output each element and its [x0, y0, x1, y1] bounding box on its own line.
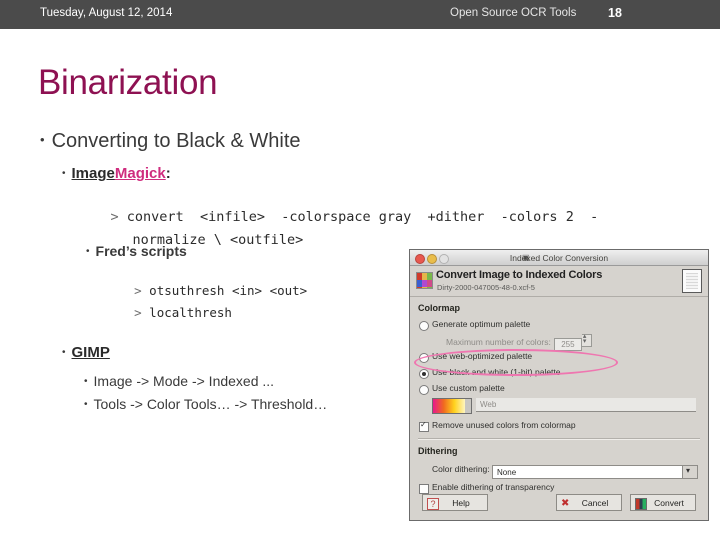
bullet-dot-icon: • — [84, 376, 88, 387]
radio-icon[interactable] — [419, 320, 429, 331]
radio-generate-optimum-palette[interactable]: Generate optimum palette — [418, 318, 700, 331]
color-dithering-value: None — [497, 468, 517, 477]
checkbox-enable-dithering-transparency[interactable]: Enable dithering of transparency — [418, 481, 700, 494]
dialog-window-title: Indexed Color Conversion — [509, 252, 609, 263]
gimp-dialog-screenshot: ▣ Indexed Color Conversion Convert Image… — [404, 243, 715, 531]
custom-palette-row[interactable]: Web — [432, 398, 700, 414]
checkbox-icon-checked[interactable] — [419, 420, 429, 432]
max-colors-spinner-icon[interactable] — [581, 330, 592, 348]
dialog-header: Convert Image to Indexed Colors Dirty-20… — [410, 266, 708, 297]
checkbox-icon[interactable] — [419, 483, 429, 494]
image-preview-thumbnail — [682, 269, 702, 293]
dialog-heading: Convert Image to Indexed Colors — [436, 269, 603, 281]
section-divider — [418, 438, 700, 440]
bullet-dot-icon: • — [62, 347, 66, 358]
bullet-converting-to-black-and-white: • Converting to Black & White — [40, 130, 301, 153]
bullet-dot-icon: • — [40, 132, 45, 147]
slide-header-bar: Tuesday, August 12, 2014 Open Source OCR… — [0, 0, 720, 29]
indexed-color-conversion-dialog: ▣ Indexed Color Conversion Convert Image… — [409, 249, 709, 521]
bullet-level1-label: Converting to Black & White — [51, 130, 301, 152]
bullet-dot-icon: • — [62, 168, 66, 179]
radio-generate-optimum-palette-label: Generate optimum palette — [432, 319, 531, 329]
colormap-group-label: Colormap — [418, 303, 461, 313]
radio-use-web-optimized-palette-label: Use web-optimized palette — [432, 351, 533, 361]
help-button[interactable]: Help — [422, 494, 488, 513]
dialog-titlebar: ▣ Indexed Color Conversion — [410, 250, 708, 266]
radio-icon-selected[interactable] — [419, 368, 429, 379]
color-dithering-select[interactable]: None — [492, 464, 699, 479]
imagemagick-colon: : — [165, 165, 171, 182]
convert-palette-icon — [635, 498, 647, 510]
convert-button[interactable]: Convert — [630, 494, 696, 511]
freds-scripts-label: Fred’s scripts — [95, 243, 187, 259]
gimp-step-2: • Tools -> Color Tools… -> Threshold… — [84, 396, 327, 412]
cancel-button-label: Cancel — [581, 498, 609, 508]
cancel-button[interactable]: Cancel — [556, 494, 622, 512]
custom-palette-name[interactable]: Web — [476, 398, 696, 412]
gimp-step-1: • Image -> Mode -> Indexed ... — [84, 373, 274, 389]
gimp-label: GIMP — [71, 344, 110, 361]
slide: Tuesday, August 12, 2014 Open Source OCR… — [0, 0, 720, 540]
bullet-imagemagick: • ImageMagick: — [62, 165, 171, 182]
imagemagick-label-image: Image — [71, 165, 115, 182]
radio-use-web-optimized-palette[interactable]: Use web-optimized palette — [418, 350, 700, 363]
color-dithering-row[interactable]: Color dithering: None — [418, 461, 700, 479]
palette-icon — [416, 272, 433, 289]
color-dithering-label: Color dithering: — [432, 464, 490, 474]
gimp-step-1-label: Image -> Mode -> Indexed ... — [93, 373, 275, 389]
gimp-step-2-label: Tools -> Color Tools… -> Threshold… — [93, 396, 328, 412]
help-icon — [427, 496, 439, 513]
checkbox-remove-unused-colors-label: Remove unused colors from colormap — [432, 420, 576, 430]
freds-command-line-2: > localthresh — [104, 290, 232, 335]
freds-command-text-2: localthresh — [149, 305, 232, 320]
radio-use-custom-palette-label: Use custom palette — [432, 383, 505, 393]
convert-button-label: Convert — [654, 498, 684, 508]
dithering-group-label: Dithering — [418, 446, 458, 456]
checkbox-remove-unused-colors[interactable]: Remove unused colors from colormap — [418, 419, 700, 432]
dialog-body: Colormap Generate optimum palette Maximu… — [410, 297, 708, 494]
radio-icon[interactable] — [419, 384, 429, 395]
radio-use-black-and-white-palette[interactable]: Use black and white (1-bit) palette — [418, 366, 700, 379]
chevron-down-icon[interactable] — [682, 464, 698, 478]
max-colors-label: Maximum number of colors: — [446, 337, 551, 347]
max-colors-field[interactable]: Maximum number of colors: 255 — [418, 330, 700, 351]
page-title: Binarization — [38, 63, 218, 102]
bullet-freds-scripts: • Fred’s scripts — [86, 243, 187, 259]
radio-use-black-and-white-palette-label: Use black and white (1-bit) palette — [432, 367, 561, 377]
palette-gradient-swatch[interactable] — [432, 398, 466, 414]
bullet-dot-icon: • — [86, 246, 90, 257]
checkbox-enable-dithering-transparency-label: Enable dithering of transparency — [432, 482, 555, 492]
radio-use-custom-palette[interactable]: Use custom palette — [418, 382, 700, 395]
prompt-caret-icon: > — [134, 305, 142, 320]
radio-icon[interactable] — [419, 352, 429, 363]
cancel-icon — [561, 495, 571, 512]
header-page-number: 18 — [608, 6, 622, 20]
dialog-button-bar: Help Cancel Convert — [410, 494, 708, 514]
imagemagick-label-magick: Magick — [114, 165, 166, 182]
bullet-gimp: • GIMP — [62, 344, 110, 361]
help-button-label: Help — [452, 498, 470, 508]
header-date: Tuesday, August 12, 2014 — [40, 7, 173, 19]
palette-swatch-dropdown-icon[interactable] — [465, 398, 472, 414]
dialog-subheading: Dirty-2000-047005-48-0.xcf-5 — [437, 283, 535, 292]
bullet-dot-icon: • — [84, 399, 88, 410]
header-deck-title: Open Source OCR Tools — [450, 7, 577, 19]
